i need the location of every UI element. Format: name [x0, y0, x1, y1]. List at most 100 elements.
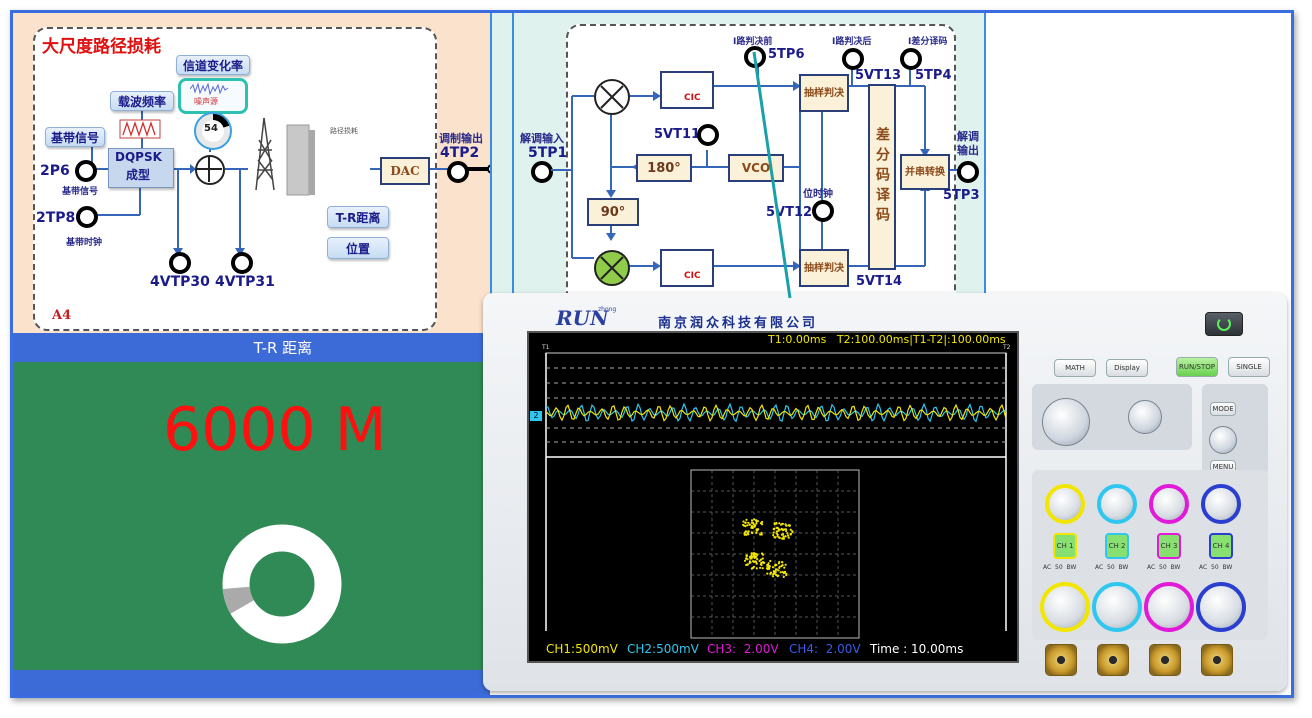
time-scale: Time : 10.00ms: [870, 642, 964, 656]
ch2-coupling: AC 50 BW: [1095, 564, 1129, 571]
constellation-point: [745, 554, 748, 557]
constellation-point: [746, 524, 749, 527]
constellation-point: [747, 521, 750, 524]
sample-decide-i-block: 抽样判决: [799, 74, 849, 112]
constellation-point: [767, 562, 770, 565]
constellation-point: [756, 529, 759, 532]
point-5vt13-label: 5VT13: [855, 68, 902, 83]
constellation-point: [775, 526, 778, 529]
oscilloscope-company: 南京润众科技有限公司: [658, 316, 819, 331]
constellation-point: [753, 518, 756, 521]
ch4-position-knob[interactable]: [1201, 484, 1241, 524]
constellation-point: [751, 531, 754, 535]
scope-trace: [545, 403, 1007, 423]
mixer-q-cross: [600, 256, 624, 280]
constellation-point: [755, 567, 758, 570]
constellation-point: [750, 524, 754, 528]
run-stop-button[interactable]: RUN/STOP: [1176, 357, 1218, 377]
ch4-scale-knob[interactable]: [1196, 582, 1246, 632]
ch2-button[interactable]: CH 2: [1105, 533, 1129, 559]
diff-decoder-block: 差分码译码: [868, 84, 896, 270]
point-5tp4[interactable]: [900, 48, 922, 70]
app-window: 大尺度路径损耗 A4 信道变化率 噪声源 载波频率 基带信号 54 DQPSK …: [0, 0, 1312, 718]
distance-value: 6000 M: [163, 395, 387, 465]
constellation-point: [773, 564, 777, 567]
constellation-point: [755, 522, 758, 525]
point-5tp4-label: 5TP4: [915, 68, 952, 83]
constellation-point: [742, 523, 745, 526]
point-5tp3[interactable]: [957, 161, 979, 183]
constellation-point: [761, 567, 764, 570]
constellation-point: [786, 534, 790, 537]
ch3-scale-knob[interactable]: [1144, 582, 1194, 632]
mode-button[interactable]: MODE: [1210, 402, 1236, 416]
sample-decide-q-block: 抽样判决: [799, 249, 849, 287]
constellation-point: [772, 534, 775, 537]
constellation-point: [784, 563, 787, 566]
constellation-point: [769, 559, 772, 563]
ch2-bnc-connector: [1097, 644, 1129, 676]
phase-180-block: 180°: [636, 154, 692, 182]
constellation-point: [787, 536, 790, 539]
ch1-scale: CH1:500mV: [546, 642, 618, 656]
constellation-point: [760, 563, 763, 566]
ch4-bnc-connector: [1201, 644, 1233, 676]
ch3-button[interactable]: CH 3: [1157, 533, 1181, 559]
ch4-button[interactable]: CH 4: [1209, 533, 1233, 559]
distance-bottom-bar: [13, 670, 490, 695]
constellation-point: [759, 566, 762, 569]
constellation-point: [785, 524, 788, 527]
ch1-button[interactable]: CH 1: [1053, 533, 1077, 559]
constellation-point: [760, 561, 763, 564]
ch1-scale-knob[interactable]: [1040, 582, 1090, 632]
channel-marker: 2: [530, 411, 542, 421]
ch3-position-knob[interactable]: [1149, 484, 1189, 524]
constellation-point: [784, 535, 787, 538]
ch1-coupling: AC 50 BW: [1043, 564, 1077, 571]
constellation-point: [755, 531, 758, 534]
constellation-point: [760, 531, 763, 534]
power-icon: [1217, 317, 1231, 331]
display-button[interactable]: Display: [1106, 359, 1148, 377]
constellation-point: [788, 524, 791, 527]
constellation-point: [744, 530, 747, 533]
constellation-point: [761, 557, 764, 560]
constellation-point: [748, 555, 752, 558]
constellation-point: [778, 528, 781, 531]
constellation-point: [743, 559, 747, 562]
ch3-scale: CH3: 2.00V: [707, 642, 779, 656]
constellation-point: [783, 566, 786, 569]
constellation-point: [780, 523, 783, 526]
horizontal-position-knob[interactable]: [1128, 400, 1162, 434]
constellation-point: [776, 533, 779, 536]
constellation-point: [774, 568, 777, 571]
constellation-point: [779, 571, 782, 574]
constellation-point: [774, 536, 777, 539]
constellation-point: [747, 530, 750, 533]
point-5vt12[interactable]: [812, 200, 834, 222]
horizontal-scale-knob[interactable]: [1042, 398, 1090, 446]
point-5tp3-label: 5TP3: [943, 188, 980, 203]
constellation-point: [773, 523, 776, 526]
trigger-level-knob[interactable]: [1209, 426, 1237, 454]
constellation-point: [773, 572, 776, 575]
constellation-point: [777, 569, 780, 572]
constellation-point: [781, 571, 784, 574]
math-button[interactable]: MATH: [1054, 359, 1096, 377]
ch1-position-knob[interactable]: [1045, 484, 1085, 524]
constellation-point: [772, 570, 775, 573]
single-button[interactable]: SINGLE: [1228, 357, 1270, 377]
constellation-point: [760, 552, 764, 555]
point-5vt13[interactable]: [842, 48, 864, 70]
constellation-point: [781, 561, 784, 564]
constellation-point: [755, 562, 758, 565]
ch2-position-knob[interactable]: [1097, 484, 1137, 524]
point-5vt11[interactable]: [697, 124, 719, 146]
ch3-bnc-connector: [1149, 644, 1181, 676]
bit-clock-label: 位时钟: [803, 189, 833, 200]
ch2-scale-knob[interactable]: [1092, 582, 1142, 632]
constellation-point: [791, 530, 794, 533]
constellation-point: [759, 522, 762, 525]
constellation-point: [753, 552, 756, 555]
ch4-coupling: AC 50 BW: [1199, 564, 1233, 571]
